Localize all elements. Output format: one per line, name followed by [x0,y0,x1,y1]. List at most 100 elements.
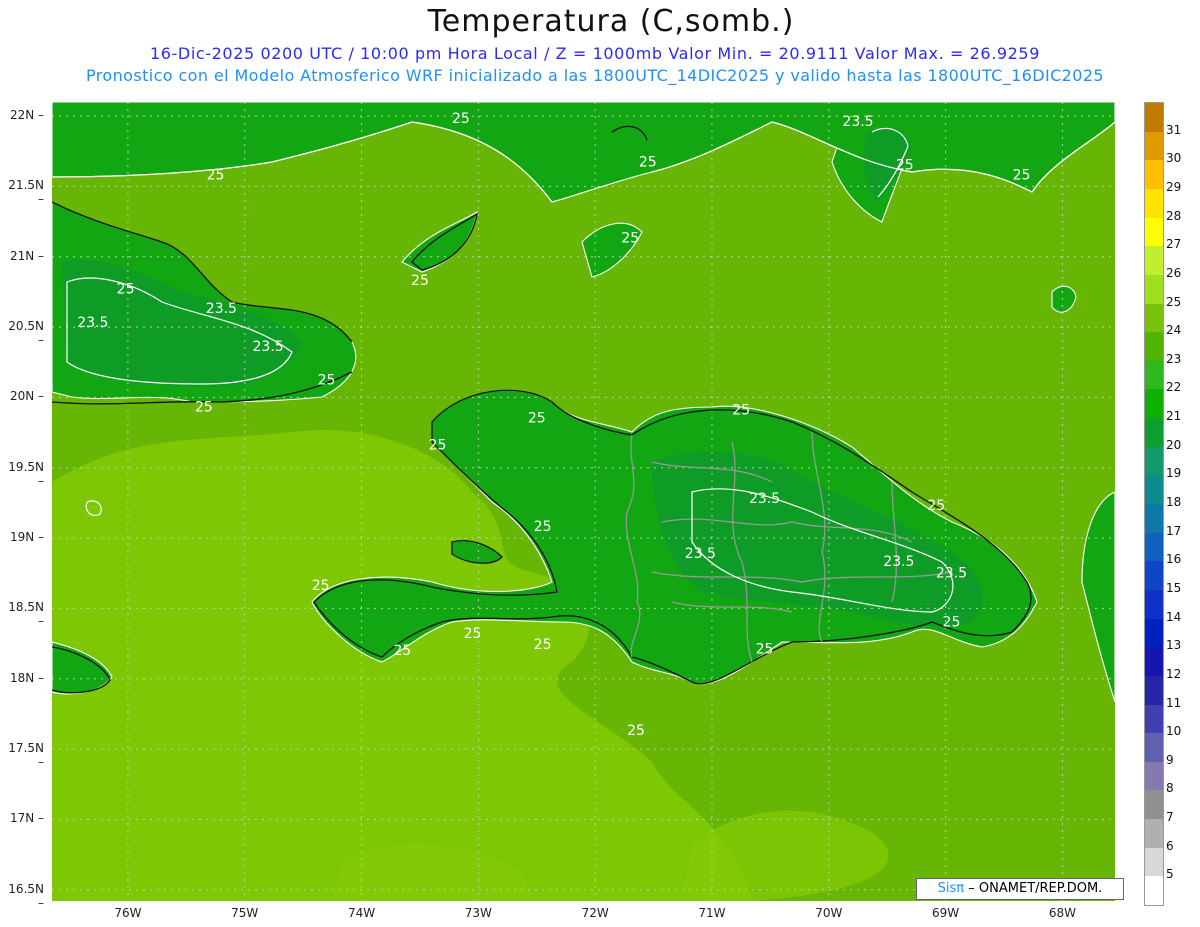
colorbar-swatch [1145,360,1163,390]
lon-label: 74W [347,906,376,920]
colorbar-swatch [1145,446,1163,476]
colorbar-swatch [1145,303,1163,333]
colorbar-label: 22 [1166,380,1182,395]
contour-label: 25 [411,273,429,289]
contour-label: 25 [429,437,447,453]
colorbar-label: 15 [1166,580,1182,595]
colorbar-label: 9 [1166,752,1174,767]
colorbar-swatch [1145,790,1163,820]
contour-label: 25 [927,498,945,514]
colorbar-label: 5 [1166,867,1174,882]
contour-label: 25 [627,723,645,739]
colorbar-swatch [1145,217,1163,247]
lat-label: 16.5N – [8,881,44,910]
temperature-map: 25 25 25 23.5 25 25 25 25 25 23.5 23.5 23.5 25 25 25 25… [52,102,1115,901]
colorbar-label: 20 [1166,437,1182,452]
valid-time-line: 16-Dic-2025 0200 UTC / 10:00 pm Hora Loc… [149,44,1040,63]
lon-label: 72W [581,906,609,920]
contour-label: 25 [195,399,213,415]
colorbar-swatch [1145,131,1163,161]
colorbar-swatch [1145,188,1163,219]
colorbar-label: 21 [1166,409,1182,424]
contour-label: 25 [528,411,546,427]
colorbar-swatch [1145,847,1163,877]
lat-label: 17N – [9,811,44,826]
colorbar-swatch [1145,618,1163,648]
contour-label: 23.5 [77,315,108,331]
lon-label: 73W [464,906,492,920]
map-title: Temperatura (C,somb.) [427,4,795,39]
colorbar-label: 7 [1166,810,1174,825]
lat-label: 20N – [9,389,44,404]
colorbar-swatch [1145,761,1163,791]
contour-label: 23.5 [883,554,914,570]
colorbar-label: 29 [1166,179,1182,194]
colorbar-label: 31 [1166,122,1182,137]
colorbar-label: 17 [1166,523,1182,538]
contour-label: 25 [318,373,336,389]
contour-label: 23.5 [749,491,780,507]
lat-label: 21.5N – [8,178,44,207]
colorbar-swatch [1145,704,1163,734]
contour-label: 23.5 [685,546,716,562]
lat-label: 18N – [9,670,44,685]
colorbar-swatch [1145,733,1163,763]
colorbar-label: 13 [1166,638,1182,653]
contour-label: 23.5 [842,114,873,130]
lat-label: 17.5N – [8,741,44,770]
model-info-line: Pronostico con el Modelo Atmosferico WRF… [86,66,1104,85]
colorbar-label: 23 [1166,351,1182,366]
colorbar-label: 24 [1166,323,1182,338]
colorbar-swatch [1145,532,1163,562]
contour-label: 25 [534,637,552,653]
contour-label: 25 [312,578,330,594]
contour-label: 25 [394,643,412,659]
colorbar-swatch [1145,389,1163,419]
colorbar-label: 8 [1166,781,1174,796]
contour-label: 25 [534,519,552,535]
colorbar-label: 11 [1166,695,1182,710]
colorbar-label: 28 [1166,208,1182,223]
colorbar-label: 12 [1166,666,1182,681]
sispi-logo: Sisπ [937,881,965,896]
colorbar-label: 10 [1166,724,1182,739]
lat-label: 21N – [9,248,44,263]
contour-label: 25 [639,155,657,171]
lon-label: 76W [114,906,142,920]
contour-label: 25 [621,231,639,247]
credit-text: – ONAMET/REP.DOM. [968,881,1103,896]
lon-label: 75W [231,906,259,920]
colorbar-label: 27 [1166,237,1182,252]
colorbar-swatch [1145,876,1163,906]
colorbar-swatch [1145,819,1163,849]
colorbar-label: 14 [1166,609,1182,624]
colorbar-swatch [1145,246,1163,276]
contour-label: 25 [452,111,470,127]
colorbar-label: 30 [1166,151,1182,166]
colorbar-swatch [1145,504,1163,534]
lat-label: 19N – [9,530,44,545]
colorbar-label: 19 [1166,466,1182,481]
colorbar-swatch [1145,332,1163,362]
colorbar-swatch [1145,589,1163,620]
colorbar-label: 26 [1166,265,1182,280]
lon-label: 68W [1048,906,1076,920]
contour-label: 25 [943,615,961,631]
contour-label: 23.5 [253,339,284,355]
colorbar-swatch [1145,274,1163,304]
lat-label: 22N – [9,108,44,123]
credit-box: Sisπ – ONAMET/REP.DOM. [916,878,1124,900]
colorbar-label: 16 [1166,552,1182,567]
colorbar [1144,102,1164,906]
colorbar-swatch [1145,475,1163,505]
contour-label: 23.5 [206,301,237,317]
contour-label: 25 [1013,167,1031,183]
lon-label: 69W [932,906,960,920]
lat-label: 19.5N – [8,459,44,488]
contour-label: 23.5 [936,565,967,581]
colorbar-swatch [1145,561,1163,591]
contour-label: 25 [117,281,135,297]
lon-label: 71W [698,906,726,920]
contour-label: 25 [896,158,914,174]
contour-label: 25 [756,641,774,657]
